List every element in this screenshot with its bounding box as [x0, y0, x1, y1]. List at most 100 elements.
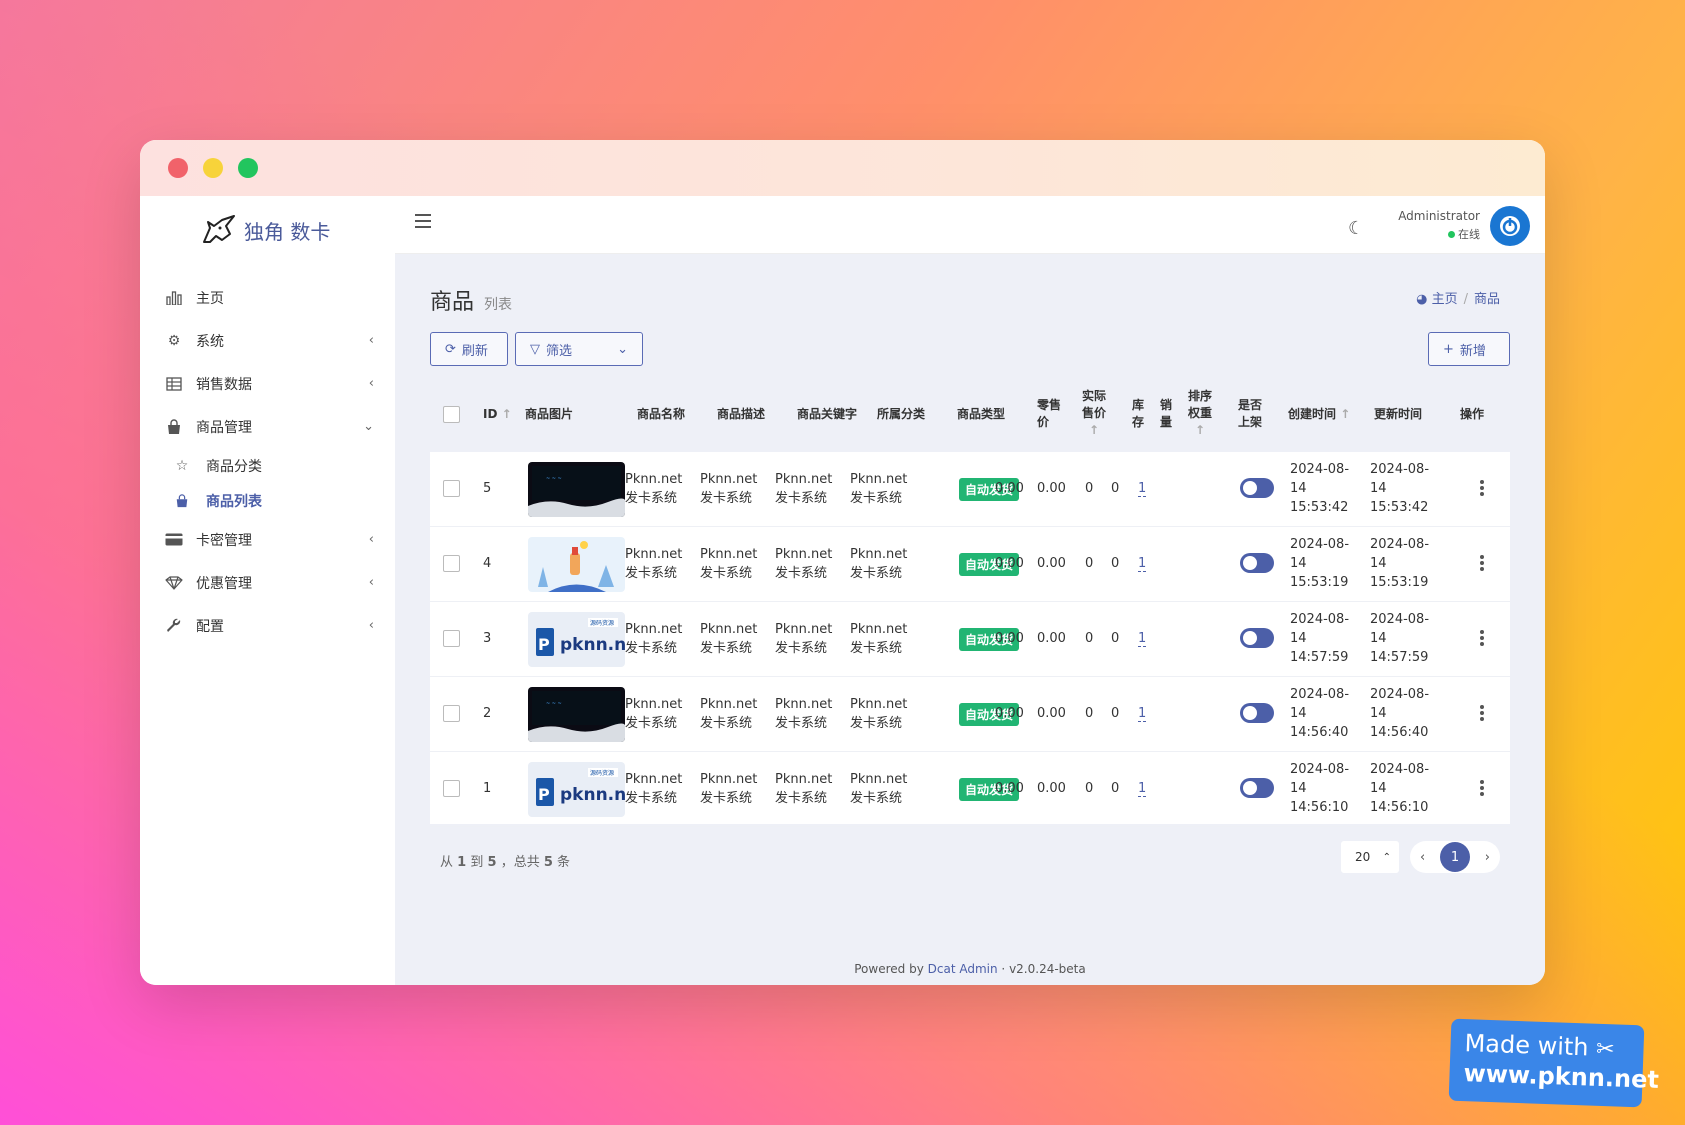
shopping-bag-icon: [164, 418, 184, 435]
sidebar-item-label: 销售数据: [196, 376, 252, 393]
on-sale-toggle[interactable]: [1240, 628, 1274, 648]
more-actions-icon[interactable]: [1480, 630, 1484, 648]
column-header-category: 所属分类: [877, 407, 926, 421]
on-sale-toggle[interactable]: [1240, 703, 1274, 723]
more-actions-icon[interactable]: [1480, 780, 1484, 798]
cell-sort-weight[interactable]: 1: [1138, 554, 1147, 573]
page-size-select[interactable]: 20 ⌃: [1341, 841, 1399, 873]
main-content: ☾ Administrator 在线 商品 列表 ◕ 主页 / 商品 ⟳ 刷新 ▽ 筛选 …: [395, 196, 1545, 985]
brand-logo[interactable]: 独角 数卡: [200, 214, 330, 246]
refresh-button[interactable]: ⟳ 刷新: [430, 332, 508, 366]
cell-created-at: 2024-08- 14 14:56:10: [1290, 762, 1350, 815]
sidebar-item-home[interactable]: 主页: [164, 276, 374, 319]
cell-sales: 0: [1111, 706, 1120, 721]
row-checkbox[interactable]: [443, 630, 460, 647]
breadcrumb-home[interactable]: 主页: [1432, 292, 1458, 307]
cell-created-at: 2024-08- 14 14:57:59: [1290, 612, 1350, 665]
on-sale-toggle[interactable]: [1240, 778, 1274, 798]
cell-stock: 0: [1085, 631, 1094, 646]
filter-button[interactable]: ▽ 筛选 ⌄: [515, 332, 643, 366]
wrench-icon: [164, 618, 184, 634]
more-actions-icon[interactable]: [1480, 705, 1484, 723]
on-sale-toggle[interactable]: [1240, 478, 1274, 498]
sidebar-item-product-management[interactable]: 商品管理 ⌄: [164, 405, 374, 448]
product-thumbnail[interactable]: ~ ~ ~: [528, 687, 625, 742]
column-header-id[interactable]: ID ↑: [483, 406, 512, 423]
more-actions-icon[interactable]: [1480, 480, 1484, 498]
row-checkbox[interactable]: [443, 480, 460, 497]
add-button[interactable]: + 新增: [1428, 332, 1510, 366]
column-header-sort-weight[interactable]: 排序 权重 ↑: [1188, 388, 1212, 439]
column-header-desc: 商品描述: [717, 407, 766, 421]
prev-page-button[interactable]: ‹: [1420, 850, 1425, 865]
cell-updated-at: 2024-08- 14 15:53:19: [1370, 537, 1430, 590]
cell-actual-price: 0.00: [1037, 781, 1066, 796]
close-window-button[interactable]: [168, 158, 188, 178]
svg-text:pknn.net: pknn.net: [560, 785, 625, 805]
cell-text: Pknn.net 发卡系统: [850, 772, 908, 806]
star-icon: ☆: [175, 457, 189, 474]
column-header-on-sale: 是否 上架: [1238, 398, 1263, 429]
cell-sort-weight[interactable]: 1: [1138, 779, 1147, 798]
user-name: Administrator: [1398, 209, 1480, 223]
sidebar-nav: 主页 ⚙ 系统 ‹ 销售数据 ‹ 商品管理 ⌄ ☆ 商品分类 商品列表 卡密管理…: [164, 276, 374, 647]
cell-created-at: 2024-08- 14 15:53:19: [1290, 537, 1350, 590]
minimize-window-button[interactable]: [203, 158, 223, 178]
product-thumbnail[interactable]: ~ ~ ~: [528, 462, 625, 517]
sidebar-item-config[interactable]: 配置 ‹: [164, 604, 374, 647]
row-checkbox[interactable]: [443, 705, 460, 722]
more-actions-icon[interactable]: [1480, 555, 1484, 573]
select-all-checkbox[interactable]: [443, 406, 460, 423]
scissors-icon: ✂: [1595, 1036, 1615, 1063]
sidebar-subitem-label: 商品列表: [206, 493, 262, 510]
row-checkbox[interactable]: [443, 780, 460, 797]
cell-id: 2: [483, 706, 492, 721]
cell-text: Pknn.net 发卡系统: [775, 547, 833, 581]
chevron-left-icon: ‹: [368, 575, 374, 590]
product-table: ID ↑ 商品图片 商品名称 商品描述 商品关键字 所属分类 商品类型 零售价 …: [430, 378, 1510, 827]
product-thumbnail[interactable]: Ppknn.net 源码资源: [528, 612, 625, 667]
sidebar-item-discount-management[interactable]: 优惠管理 ‹: [164, 561, 374, 604]
chevron-left-icon: ‹: [368, 618, 374, 633]
avatar[interactable]: [1490, 206, 1530, 246]
sort-arrow-icon: ↑: [1088, 423, 1100, 437]
cell-retail-price: 0.00: [995, 781, 1024, 796]
sidebar-item-system[interactable]: ⚙ 系统 ‹: [164, 319, 374, 362]
moon-icon[interactable]: ☾: [1348, 218, 1364, 239]
column-header-actual-price[interactable]: 实际 售价 ↑: [1082, 388, 1106, 439]
dashboard-icon: ◕: [1416, 292, 1428, 307]
made-with-watermark: Made with ✂ www.pknn.net: [1448, 1018, 1659, 1108]
cell-updated-at: 2024-08- 14 15:53:42: [1370, 462, 1430, 515]
dcat-admin-link[interactable]: Dcat Admin: [928, 962, 998, 976]
menu-toggle-icon[interactable]: [415, 214, 431, 232]
sidebar-item-card-management[interactable]: 卡密管理 ‹: [164, 518, 374, 561]
cell-retail-price: 0.00: [995, 631, 1024, 646]
user-info[interactable]: Administrator 在线: [1395, 209, 1480, 242]
page-button-current[interactable]: 1: [1440, 842, 1470, 872]
column-header-actions: 操作: [1460, 407, 1485, 421]
cell-actual-price: 0.00: [1037, 631, 1066, 646]
online-dot-icon: [1448, 231, 1455, 238]
product-thumbnail[interactable]: [528, 537, 625, 592]
product-thumbnail[interactable]: Ppknn.net 源码资源: [528, 762, 625, 817]
cell-id: 1: [483, 781, 492, 796]
refresh-icon: ⟳: [445, 341, 456, 357]
cell-updated-at: 2024-08- 14 14:56:40: [1370, 687, 1430, 740]
maximize-window-button[interactable]: [238, 158, 258, 178]
sidebar-item-sales-data[interactable]: 销售数据 ‹: [164, 362, 374, 405]
cell-sort-weight[interactable]: 1: [1138, 704, 1147, 723]
cell-text: Pknn.net 发卡系统: [700, 772, 758, 806]
top-navbar: ☾ Administrator 在线: [395, 196, 1545, 254]
sidebar-item-product-category[interactable]: ☆ 商品分类: [164, 448, 374, 483]
next-page-button[interactable]: ›: [1485, 850, 1490, 865]
cell-sort-weight[interactable]: 1: [1138, 629, 1147, 648]
table-row: 1 Ppknn.net 源码资源 Pknn.net发卡系统 Pknn.net发卡系统 Pk…: [430, 752, 1510, 827]
sidebar-item-product-list[interactable]: 商品列表: [164, 483, 374, 518]
row-checkbox[interactable]: [443, 555, 460, 572]
column-header-created[interactable]: 创建时间 ↑: [1288, 406, 1350, 423]
cell-sort-weight[interactable]: 1: [1138, 479, 1147, 498]
column-header-stock: 库存: [1132, 398, 1145, 429]
sidebar-item-label: 配置: [196, 618, 224, 635]
svg-text:~ ~ ~: ~ ~ ~: [546, 701, 562, 707]
on-sale-toggle[interactable]: [1240, 553, 1274, 573]
